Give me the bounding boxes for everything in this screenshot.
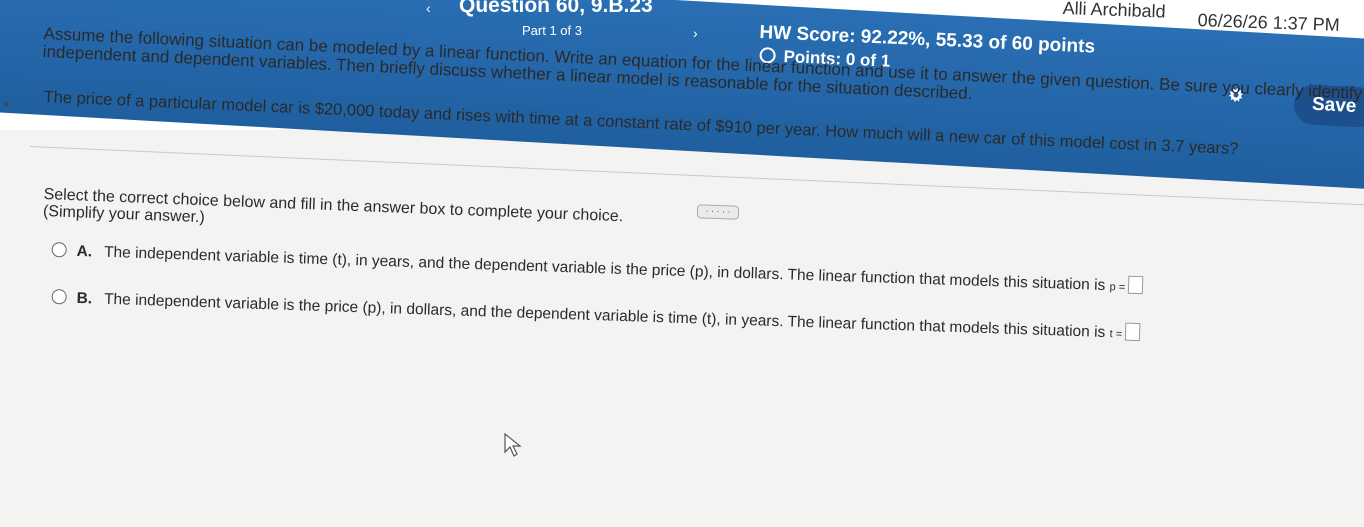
choice-a-radio[interactable] — [51, 241, 67, 258]
choice-b-answer-box[interactable] — [1124, 322, 1141, 342]
chevron-left-icon[interactable]: ‹ — [426, 0, 431, 16]
choice-a-letter: A. — [76, 242, 93, 261]
more-button[interactable]: · · · · · — [696, 204, 740, 220]
question-title: Question 60, 9.B.23 — [459, 0, 653, 17]
choice-a[interactable]: A. The independent variable is time (t), … — [51, 240, 1144, 296]
choice-b-letter: B. — [76, 289, 93, 308]
collapse-arrow-icon[interactable]: ▲ — [2, 98, 11, 108]
select-instructions: Select the correct choice below and fill… — [43, 186, 624, 242]
chevron-right-icon[interactable]: › — [693, 25, 698, 41]
choice-a-text: The independent variable is time (t), in… — [103, 243, 1106, 294]
choice-a-equation: p = — [1109, 281, 1126, 294]
choice-a-answer-box[interactable] — [1127, 275, 1144, 295]
choice-b[interactable]: B. The independent variable is the price … — [51, 287, 1141, 343]
choice-b-radio[interactable] — [51, 288, 67, 305]
choice-b-equation: t = — [1109, 328, 1123, 341]
user-name: Alli Archibald — [1062, 0, 1166, 22]
mouse-cursor-icon — [504, 432, 522, 457]
choice-b-text: The independent variable is the price (p… — [103, 290, 1106, 341]
question-part: Part 1 of 3 — [522, 23, 582, 38]
